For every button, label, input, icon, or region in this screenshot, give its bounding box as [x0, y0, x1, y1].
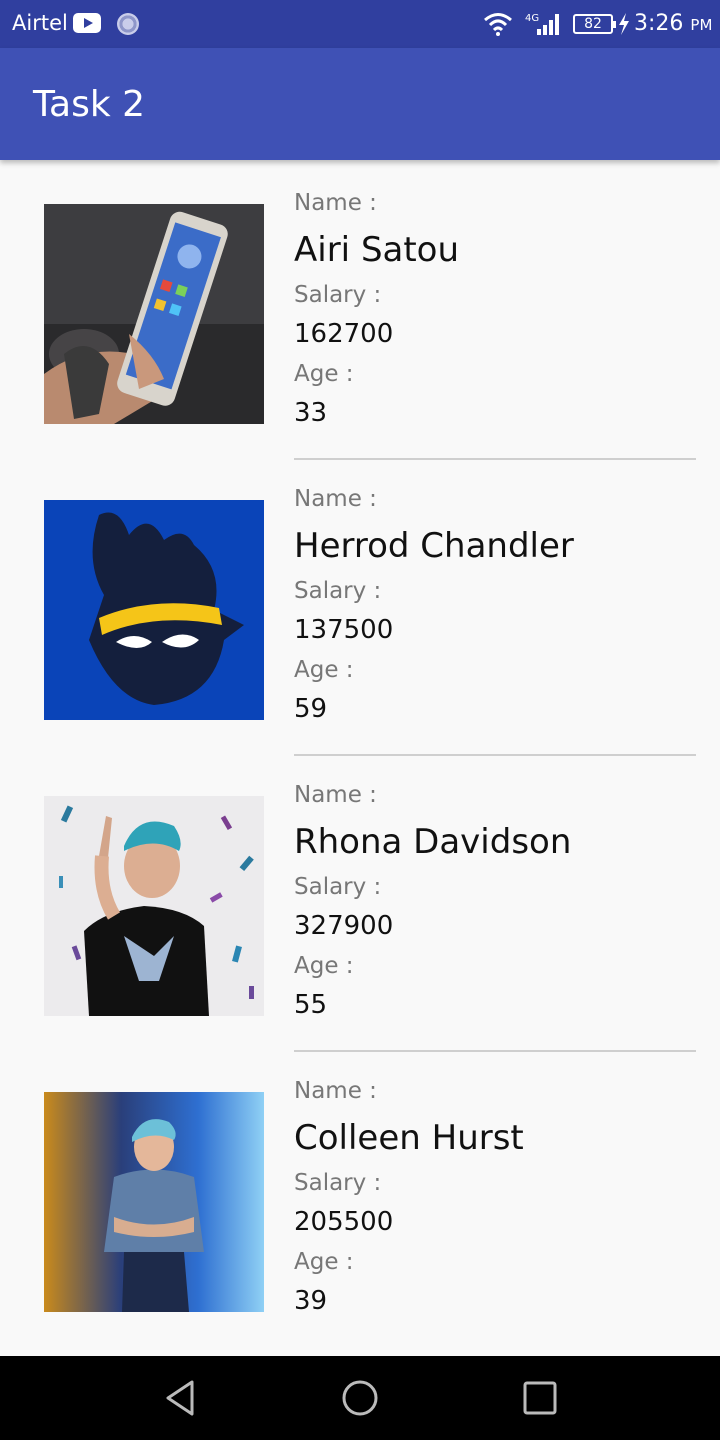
salary-label: Salary :: [294, 578, 382, 604]
employee-photo: [44, 204, 264, 424]
signal-icon: 4G: [525, 13, 559, 35]
age-label: Age :: [294, 953, 354, 979]
wifi-icon: [484, 13, 512, 36]
name-label: Name :: [294, 782, 377, 808]
status-bar: Airtel 4G 82 3:26 PM: [0, 0, 720, 48]
charging-bolt-icon: [619, 13, 629, 35]
employee-age: 33: [294, 398, 328, 428]
list-item[interactable]: Name : Airi Satou Salary : 162700 Age : …: [0, 160, 720, 460]
clock: 3:26 PM: [634, 11, 712, 36]
age-label: Age :: [294, 657, 354, 683]
salary-label: Salary :: [294, 1170, 382, 1196]
employee-info: Name : Colleen Hurst Salary : 205500 Age…: [294, 1048, 696, 1344]
name-label: Name :: [294, 190, 377, 216]
sync-icon: [117, 13, 139, 35]
employee-name: Rhona Davidson: [294, 822, 572, 862]
employee-info: Name : Airi Satou Salary : 162700 Age : …: [294, 160, 696, 460]
carrier-label: Airtel: [12, 11, 68, 35]
employee-photo: [44, 796, 264, 1016]
list-item[interactable]: Name : Colleen Hurst Salary : 205500 Age…: [0, 1048, 720, 1344]
clock-time: 3:26: [634, 11, 684, 36]
salary-label: Salary :: [294, 282, 382, 308]
employee-info: Name : Rhona Davidson Salary : 327900 Ag…: [294, 752, 696, 1052]
battery-level: 82: [584, 16, 602, 32]
clock-ampm: PM: [690, 16, 713, 34]
employee-photo: [44, 500, 264, 720]
home-icon[interactable]: [338, 1376, 382, 1420]
employee-age: 55: [294, 990, 328, 1020]
employee-info: Name : Herrod Chandler Salary : 137500 A…: [294, 456, 696, 756]
age-label: Age :: [294, 361, 354, 387]
salary-label: Salary :: [294, 874, 382, 900]
network-type-label: 4G: [525, 13, 539, 24]
employee-age: 59: [294, 694, 328, 724]
employee-name: Colleen Hurst: [294, 1118, 524, 1158]
employee-name: Airi Satou: [294, 230, 460, 270]
employee-name: Herrod Chandler: [294, 526, 574, 566]
navigation-bar: [0, 1356, 720, 1440]
employee-salary: 162700: [294, 319, 394, 349]
list-item[interactable]: Name : Herrod Chandler Salary : 137500 A…: [0, 456, 720, 756]
back-icon[interactable]: [158, 1376, 202, 1420]
name-label: Name :: [294, 1078, 377, 1104]
name-label: Name :: [294, 486, 377, 512]
app-title: Task 2: [33, 84, 146, 125]
employee-photo: [44, 1092, 264, 1312]
battery-icon: 82: [573, 14, 616, 34]
app-bar: Task 2: [0, 48, 720, 160]
youtube-icon: [73, 13, 101, 33]
employee-salary: 137500: [294, 615, 394, 645]
recents-icon[interactable]: [518, 1376, 562, 1420]
age-label: Age :: [294, 1249, 354, 1275]
employee-salary: 205500: [294, 1207, 394, 1237]
list-item[interactable]: Name : Rhona Davidson Salary : 327900 Ag…: [0, 752, 720, 1052]
employee-salary: 327900: [294, 911, 394, 941]
employee-age: 39: [294, 1286, 328, 1316]
